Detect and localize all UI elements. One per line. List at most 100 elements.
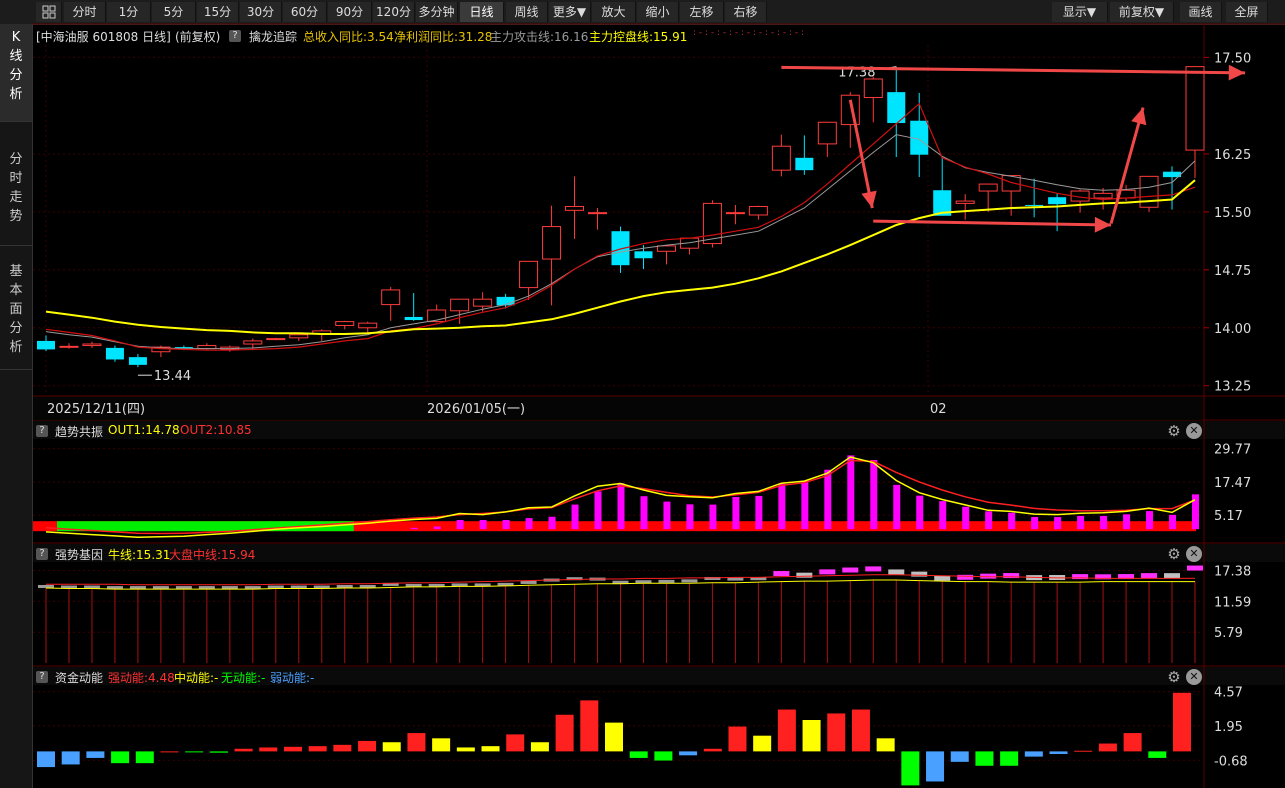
fund-bar bbox=[456, 747, 475, 752]
trend-bar bbox=[663, 501, 671, 530]
gene-close-icon[interactable]: ✕ bbox=[1186, 546, 1202, 562]
help-icon[interactable]: ? bbox=[36, 425, 48, 437]
out1-value: OUT1:14.78 bbox=[108, 423, 180, 437]
fund-bar bbox=[160, 751, 179, 753]
candle-body-down bbox=[105, 347, 124, 360]
trend-bar bbox=[939, 501, 947, 530]
gene-tag bbox=[773, 571, 790, 577]
annotation-arrow-down-head bbox=[861, 190, 877, 209]
fund-bar bbox=[432, 738, 451, 752]
gene-tag bbox=[980, 573, 997, 579]
gene-tag bbox=[842, 567, 859, 573]
trend-tick-label: 5.17 bbox=[1214, 509, 1243, 524]
fund-close-icon[interactable]: ✕ bbox=[1186, 669, 1202, 685]
fund-bar bbox=[827, 713, 846, 752]
annotation-arrow-top-head bbox=[1228, 64, 1245, 81]
gene-tag bbox=[38, 585, 54, 588]
fund-bar bbox=[61, 751, 80, 765]
fund-bar bbox=[753, 735, 772, 752]
fund-bar bbox=[1173, 692, 1191, 752]
low-price-label: 13.44 bbox=[154, 369, 191, 384]
candle-body-down bbox=[404, 316, 423, 321]
trend-bar bbox=[1077, 515, 1085, 530]
gene-tick-label: 5.79 bbox=[1214, 626, 1243, 641]
annotation-arrow-right-head bbox=[1094, 216, 1112, 233]
candle-body-up bbox=[656, 245, 676, 252]
price-tick-label: 14.75 bbox=[1214, 264, 1251, 279]
medium-momentum: 中动能:- bbox=[174, 671, 219, 685]
fund-bar bbox=[86, 751, 105, 758]
fund-bar bbox=[530, 742, 549, 752]
fund-bar bbox=[358, 740, 377, 752]
fund-bar bbox=[234, 748, 253, 752]
help-icon[interactable]: ? bbox=[36, 671, 48, 683]
fund-tick-label: 4.57 bbox=[1214, 686, 1243, 701]
candle-body-up bbox=[1185, 66, 1205, 151]
trend-bar bbox=[686, 504, 694, 530]
candle-body-up bbox=[565, 205, 585, 211]
gene-tag bbox=[819, 569, 836, 575]
trend-bar bbox=[755, 495, 763, 530]
trend-bar bbox=[847, 455, 855, 530]
price-tick-label: 15.50 bbox=[1214, 206, 1251, 221]
candle-body-up bbox=[840, 94, 860, 126]
candle-body-down bbox=[611, 231, 630, 266]
trend-close-icon[interactable]: ✕ bbox=[1186, 423, 1202, 439]
candle-body-up bbox=[82, 343, 102, 347]
fund-bar bbox=[975, 751, 994, 766]
trend-panel-name: 趋势共振 bbox=[55, 425, 104, 439]
candle-body-up bbox=[243, 340, 263, 345]
candle-body-up bbox=[289, 334, 309, 339]
fund-bar bbox=[37, 751, 55, 768]
fund-bar bbox=[111, 751, 130, 764]
candle-body-up bbox=[358, 322, 378, 329]
candle-body-up bbox=[771, 145, 791, 171]
help-icon[interactable]: ? bbox=[36, 548, 48, 560]
price-tick-label: 14.00 bbox=[1214, 322, 1251, 337]
trend-bar bbox=[640, 496, 648, 530]
candle-body-up bbox=[266, 338, 286, 341]
price-tick-label: 17.50 bbox=[1214, 51, 1251, 66]
trend-bar bbox=[410, 527, 418, 530]
fund-bar bbox=[259, 747, 278, 752]
trend-bar bbox=[824, 469, 832, 530]
candle-body-down bbox=[37, 340, 55, 350]
trend-bar bbox=[1054, 517, 1062, 530]
fund-bar bbox=[333, 744, 352, 752]
fund-settings-icon[interactable]: ⚙ bbox=[1166, 669, 1182, 685]
gene-tag bbox=[1187, 565, 1203, 571]
gene-settings-icon[interactable]: ⚙ bbox=[1166, 546, 1182, 562]
annotation-arrow-up-head bbox=[1131, 107, 1147, 126]
candle-body-up bbox=[473, 298, 493, 307]
trend-bar bbox=[916, 495, 924, 530]
fund-bar bbox=[703, 748, 722, 752]
price-tick-label: 16.25 bbox=[1214, 148, 1251, 163]
trend-bar bbox=[617, 483, 625, 530]
candle-body-up bbox=[725, 212, 745, 215]
trend-bar bbox=[456, 520, 464, 530]
fund-bar bbox=[901, 751, 920, 786]
gene-panel-name: 强势基因 bbox=[55, 548, 104, 562]
gene-tag bbox=[658, 579, 675, 583]
trend-bar bbox=[548, 516, 556, 530]
fund-bar bbox=[308, 746, 327, 752]
candle-body-up bbox=[1139, 175, 1159, 208]
gene-panel-header: ? 强势基因 牛线:15.31 大盘中线:15.94 bbox=[33, 545, 1203, 563]
fund-bar bbox=[1098, 743, 1117, 752]
fund-panel-name: 资金动能 bbox=[55, 671, 104, 685]
candle-body-up bbox=[748, 205, 768, 216]
trend-bar bbox=[502, 520, 510, 530]
trend-bar bbox=[870, 460, 878, 530]
annotation-arrow-up bbox=[1109, 107, 1145, 224]
fund-panel-header: ? 资金动能 强动能:4.48 中动能:- 无动能:- 弱动能:- bbox=[33, 668, 1203, 686]
fund-bar bbox=[382, 742, 401, 752]
fund-bar bbox=[679, 751, 698, 756]
fund-bar bbox=[209, 751, 228, 753]
trend-bar bbox=[571, 504, 579, 530]
fund-bar bbox=[629, 751, 648, 758]
trend-settings-icon[interactable]: ⚙ bbox=[1166, 423, 1182, 439]
gene-tag bbox=[888, 569, 905, 575]
candle-body-up bbox=[381, 289, 401, 306]
trend-bar bbox=[732, 497, 740, 530]
fund-bar bbox=[1024, 751, 1043, 757]
